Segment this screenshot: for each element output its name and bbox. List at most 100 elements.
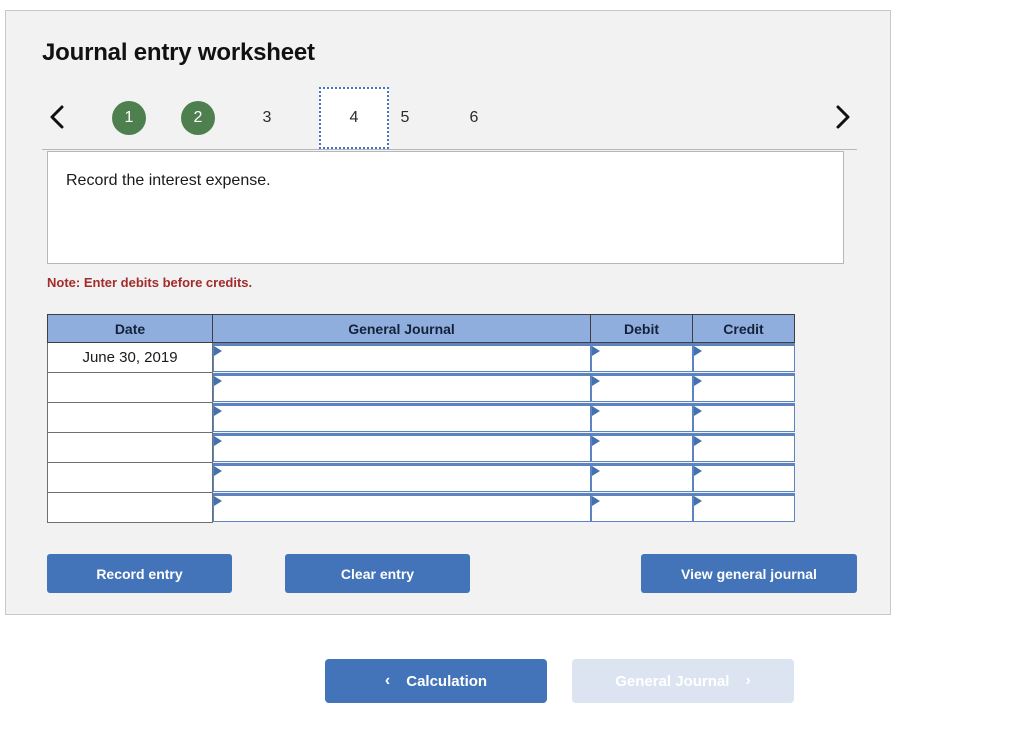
cell-credit bbox=[692, 373, 795, 403]
column-header-credit: Credit bbox=[692, 314, 795, 343]
pager-step-2[interactable]: 2 bbox=[181, 101, 215, 135]
debit-input[interactable] bbox=[590, 343, 693, 373]
worksheet-pager: 1 2 3 4 5 6 bbox=[42, 87, 857, 150]
chevron-right-icon bbox=[833, 104, 851, 130]
cell-debit bbox=[590, 343, 693, 373]
cell-credit bbox=[692, 463, 795, 493]
page-title: Journal entry worksheet bbox=[42, 39, 315, 66]
column-header-date: Date bbox=[47, 314, 213, 343]
table-row bbox=[47, 402, 795, 433]
cell-debit bbox=[590, 403, 693, 433]
pager-step-label: 4 bbox=[349, 109, 359, 126]
general-journal-input[interactable] bbox=[213, 403, 591, 432]
general-journal-field-wrap bbox=[213, 493, 591, 522]
nav-next-general-journal-button[interactable]: General Journal › bbox=[572, 659, 794, 703]
general-journal-field-wrap bbox=[213, 463, 591, 492]
cell-general-journal bbox=[213, 403, 591, 433]
general-journal-input[interactable] bbox=[213, 433, 591, 462]
pager-step-label: 6 bbox=[469, 109, 479, 126]
pager-step-1[interactable]: 1 bbox=[112, 101, 146, 135]
general-journal-input[interactable] bbox=[213, 343, 591, 373]
debits-before-credits-note: Note: Enter debits before credits. bbox=[47, 275, 253, 290]
general-journal-field-wrap bbox=[213, 403, 591, 432]
chevron-left-icon: ‹ bbox=[384, 672, 391, 689]
record-entry-button[interactable]: Record entry bbox=[47, 554, 232, 593]
entry-description-box: Record the interest expense. bbox=[47, 151, 844, 264]
cell-date bbox=[47, 432, 213, 463]
general-journal-table: Date General Journal Debit Credit June 3… bbox=[47, 314, 795, 523]
cell-credit bbox=[692, 433, 795, 463]
general-journal-input[interactable] bbox=[213, 373, 591, 402]
cell-credit bbox=[692, 343, 795, 373]
debit-input[interactable] bbox=[590, 433, 693, 462]
cell-general-journal bbox=[213, 433, 591, 463]
cell-debit bbox=[590, 493, 693, 523]
screen: Journal entry worksheet 1 2 3 4 5 6 Reco… bbox=[0, 0, 1024, 743]
debit-field-wrap bbox=[590, 493, 693, 522]
pager-step-label: 3 bbox=[262, 109, 272, 126]
credit-input[interactable] bbox=[692, 433, 795, 462]
general-journal-input[interactable] bbox=[213, 463, 591, 492]
cell-general-journal bbox=[213, 343, 591, 373]
credit-field-wrap bbox=[692, 493, 795, 522]
debit-input[interactable] bbox=[590, 493, 693, 522]
nav-previous-label: Calculation bbox=[406, 672, 488, 690]
column-header-general-journal: General Journal bbox=[212, 314, 591, 343]
cell-debit bbox=[590, 433, 693, 463]
debit-field-wrap bbox=[590, 463, 693, 492]
cell-date: June 30, 2019 bbox=[47, 342, 213, 373]
cell-date bbox=[47, 372, 213, 403]
credit-input[interactable] bbox=[692, 403, 795, 432]
debit-input[interactable] bbox=[590, 463, 693, 492]
pager-step-5[interactable]: 5 bbox=[388, 101, 422, 135]
pager-step-3[interactable]: 3 bbox=[250, 101, 284, 135]
table-row: June 30, 2019 bbox=[47, 342, 795, 373]
cell-date bbox=[47, 462, 213, 493]
pager-next-button[interactable] bbox=[827, 99, 857, 135]
credit-input[interactable] bbox=[692, 493, 795, 522]
debit-input[interactable] bbox=[590, 403, 693, 432]
debit-field-wrap bbox=[590, 373, 693, 402]
debit-input[interactable] bbox=[590, 373, 693, 402]
view-general-journal-button[interactable]: View general journal bbox=[641, 554, 857, 593]
table-row bbox=[47, 462, 795, 493]
chevron-left-icon bbox=[48, 104, 66, 130]
journal-entry-worksheet-panel: Journal entry worksheet 1 2 3 4 5 6 Reco… bbox=[5, 10, 891, 615]
general-journal-input[interactable] bbox=[213, 493, 591, 522]
debit-field-wrap bbox=[590, 343, 693, 373]
credit-input[interactable] bbox=[692, 343, 795, 373]
cell-credit bbox=[692, 403, 795, 433]
entry-description-text: Record the interest expense. bbox=[66, 172, 271, 189]
credit-field-wrap bbox=[692, 403, 795, 432]
cell-debit bbox=[590, 463, 693, 493]
pager-step-6[interactable]: 6 bbox=[457, 101, 491, 135]
nav-previous-calculation-button[interactable]: ‹ Calculation bbox=[325, 659, 547, 703]
credit-field-wrap bbox=[692, 463, 795, 492]
debit-field-wrap bbox=[590, 433, 693, 462]
credit-field-wrap bbox=[692, 433, 795, 462]
pager-prev-button[interactable] bbox=[42, 99, 72, 135]
table-row bbox=[47, 372, 795, 403]
credit-field-wrap bbox=[692, 373, 795, 402]
general-journal-field-wrap bbox=[213, 343, 591, 373]
cell-general-journal bbox=[213, 493, 591, 523]
debit-field-wrap bbox=[590, 403, 693, 432]
cell-credit bbox=[692, 493, 795, 523]
pager-step-label: 2 bbox=[193, 109, 203, 126]
table-row bbox=[47, 432, 795, 463]
credit-field-wrap bbox=[692, 343, 795, 373]
cell-date bbox=[47, 402, 213, 433]
nav-next-label: General Journal bbox=[615, 672, 730, 690]
cell-debit bbox=[590, 373, 693, 403]
table-header-row: Date General Journal Debit Credit bbox=[47, 314, 795, 343]
pager-step-4[interactable]: 4 bbox=[319, 87, 389, 149]
cell-general-journal bbox=[213, 373, 591, 403]
clear-entry-button[interactable]: Clear entry bbox=[285, 554, 470, 593]
column-header-debit: Debit bbox=[590, 314, 693, 343]
general-journal-field-wrap bbox=[213, 433, 591, 462]
chevron-right-icon: › bbox=[745, 672, 751, 689]
credit-input[interactable] bbox=[692, 463, 795, 492]
pager-divider bbox=[42, 149, 857, 150]
pager-step-label: 5 bbox=[400, 109, 410, 126]
credit-input[interactable] bbox=[692, 373, 795, 402]
